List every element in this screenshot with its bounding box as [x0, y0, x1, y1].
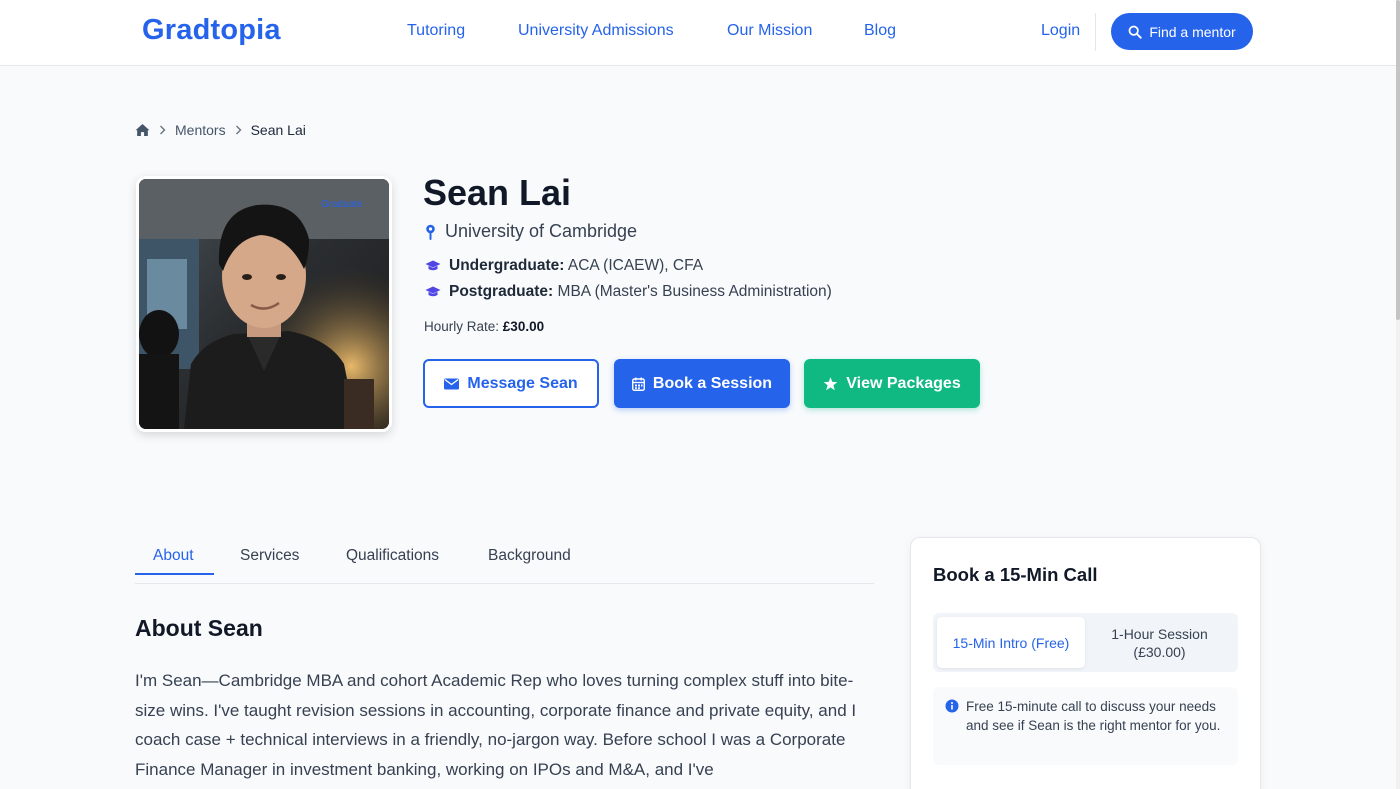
book-session-button[interactable]: Book a Session — [614, 359, 790, 408]
envelope-icon — [444, 378, 460, 389]
search-icon — [1128, 25, 1142, 39]
calendar-icon — [631, 377, 645, 391]
map-pin-icon — [426, 224, 435, 240]
mentor-name: Sean Lai — [423, 172, 572, 213]
breadcrumb: Mentors Sean Lai — [135, 122, 306, 138]
about-heading: About Sean — [135, 615, 263, 641]
tab-background[interactable]: Background — [488, 547, 571, 565]
nav-our-mission[interactable]: Our Mission — [727, 22, 812, 40]
info-icon — [945, 699, 959, 713]
find-mentor-button[interactable]: Find a mentor — [1111, 13, 1253, 50]
photo-badge-text: Graduate — [321, 199, 363, 210]
home-icon[interactable] — [135, 123, 150, 137]
message-button[interactable]: Message Sean — [423, 359, 599, 408]
postgrad-qualification: Postgraduate: MBA (Master's Business Adm… — [425, 283, 832, 301]
active-tab-indicator — [135, 573, 214, 575]
nav-blog[interactable]: Blog — [864, 22, 896, 40]
nav-tutoring[interactable]: Tutoring — [407, 22, 465, 40]
nav-university-admissions[interactable]: University Admissions — [518, 22, 674, 40]
about-text: I'm Sean—Cambridge MBA and cohort Academ… — [135, 671, 857, 780]
page-scrollbar[interactable] — [1396, 0, 1400, 789]
header-divider — [1095, 13, 1096, 51]
rate-value: £30.00 — [502, 319, 545, 334]
booking-info: Free 15-minute call to discuss your need… — [933, 687, 1238, 765]
site-header: Gradtopia Tutoring University Admissions… — [0, 0, 1396, 66]
option-1hour-session[interactable]: 1-Hour Session (£30.00) — [1085, 617, 1234, 668]
booking-info-text: Free 15-minute call to discuss your need… — [966, 699, 1221, 733]
undergrad-label: Undergraduate: — [449, 257, 565, 274]
view-packages-label: View Packages — [846, 374, 961, 392]
session-type-toggle: 15-Min Intro (Free) 1-Hour Session (£30.… — [933, 613, 1238, 672]
tab-about[interactable]: About — [153, 547, 194, 565]
chevron-right-icon — [160, 125, 166, 135]
graduation-cap-icon — [425, 286, 441, 297]
postgrad-label: Postgraduate: — [449, 283, 554, 300]
find-mentor-label: Find a mentor — [1149, 23, 1236, 40]
booking-card: Book a 15-Min Call 15-Min Intro (Free) 1… — [910, 537, 1261, 789]
breadcrumb-current: Sean Lai — [250, 122, 306, 138]
booking-title: Book a 15-Min Call — [933, 564, 1098, 585]
tab-services[interactable]: Services — [240, 547, 299, 565]
undergrad-qualification: Undergraduate: ACA (ICAEW), CFA — [425, 257, 703, 275]
message-button-label: Message Sean — [467, 374, 578, 392]
book-session-label: Book a Session — [652, 374, 773, 392]
login-link[interactable]: Login — [1041, 22, 1080, 40]
breadcrumb-mentors[interactable]: Mentors — [175, 122, 226, 138]
rate-label: Hourly Rate: — [424, 319, 500, 334]
tab-qualifications[interactable]: Qualifications — [346, 547, 439, 565]
mentor-photo: Graduate — [136, 176, 392, 432]
view-packages-button[interactable]: View Packages — [804, 359, 980, 408]
mentor-university: University of Cambridge — [425, 221, 637, 242]
chevron-right-icon — [235, 125, 242, 135]
hourly-rate: Hourly Rate: £30.00 — [424, 319, 544, 334]
option-15min-intro[interactable]: 15-Min Intro (Free) — [937, 617, 1085, 668]
gradtopia-logo[interactable]: Gradtopia — [142, 14, 281, 47]
undergrad-value: ACA (ICAEW), CFA — [567, 257, 704, 274]
graduation-cap-icon — [425, 260, 441, 271]
star-icon — [823, 376, 838, 390]
postgrad-value: MBA (Master's Business Administration) — [557, 283, 832, 300]
profile-tabs: About Services Qualifications Background — [135, 537, 874, 584]
scrollbar-thumb[interactable] — [1396, 0, 1400, 320]
university-name: University of Cambridge — [445, 221, 638, 241]
